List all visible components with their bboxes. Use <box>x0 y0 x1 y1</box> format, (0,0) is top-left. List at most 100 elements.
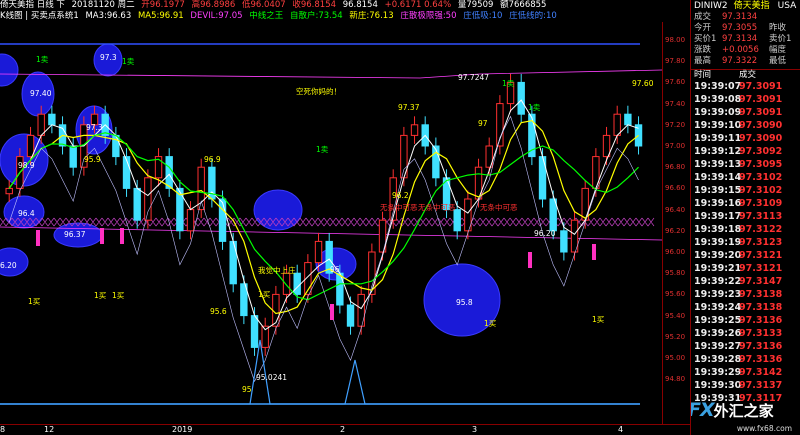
kline-chart[interactable]: 1卖 97.3 1卖 97.40 97.3 98.9 95.9 96.9 96.4 96.37 6.… <box>0 22 662 424</box>
price-tick: 95.40 <box>665 311 686 320</box>
chart-annotation: 1卖 <box>122 57 135 66</box>
h1-3: 高96.8986 <box>191 0 236 10</box>
price-info-bar: 倚天美指 日线 下 20181120 周二 开96.1977 高96.8986 … <box>0 0 690 11</box>
chart-annotation: 无条中可恶 <box>480 202 518 212</box>
candle-body <box>357 293 365 327</box>
tick-time: 19:39:07 <box>694 81 742 92</box>
quote-value: +0.0056 <box>722 45 759 55</box>
tick-price: 97.3136 <box>739 315 783 326</box>
tick-price: 97.3123 <box>739 237 783 248</box>
quote-row: 今开 97.3055 昨收 <box>691 23 800 34</box>
candle-body <box>624 113 632 126</box>
candle-body <box>250 315 259 348</box>
quote-label: 涨跌 <box>694 45 712 55</box>
tick-time: 19:39:15 <box>694 185 742 196</box>
candle-body <box>26 134 35 158</box>
h2-9: 庄低线的:10 <box>509 11 557 21</box>
tick-price: 97.3090 <box>739 120 783 131</box>
tick-row: 19:39:0997.3091 <box>691 106 800 119</box>
tick-row: 19:39:2997.3142 <box>691 366 800 379</box>
tick-time: 19:39:09 <box>694 107 742 118</box>
quote-label: 成交 <box>694 12 712 22</box>
quote-row: 买价1 97.3134 卖价1 <box>691 34 800 45</box>
chart-annotation: 96.2 <box>392 191 409 200</box>
tick-price: 97.3102 <box>739 172 783 183</box>
tick-time: 19:39:11 <box>694 133 742 144</box>
quote-row: 成交 97.3134 <box>691 12 800 23</box>
candle-body <box>37 113 45 136</box>
watermark-fx: FX <box>690 399 715 421</box>
tick-price: 97.3095 <box>739 159 783 170</box>
candle-body <box>69 145 77 168</box>
indicator-bar: K线图 | 买卖点系统1 MA3:96.63 MA5:96.91 DEVIL:9… <box>0 11 690 22</box>
signal-bar <box>36 230 40 246</box>
candle-body <box>282 272 291 295</box>
signal-bar <box>528 252 532 268</box>
tick-time: 19:39:28 <box>694 354 742 365</box>
chart-annotation: 97.3 <box>86 123 103 132</box>
price-axis: 98.00 97.80 97.60 97.40 97.20 97.00 96.80 96.60… <box>662 22 690 424</box>
ticks-header: 时间 成交 <box>691 69 800 80</box>
tick-time: 19:39:14 <box>694 172 742 183</box>
quote-value: 97.3134 <box>722 34 758 44</box>
tick-row: 19:39:3097.3137 <box>691 379 800 392</box>
tick-row: 19:39:2497.3138 <box>691 301 800 314</box>
tick-row: 19:39:2897.3136 <box>691 353 800 366</box>
tick-row: 19:39:1997.3123 <box>691 236 800 249</box>
bubble <box>0 53 19 87</box>
price-tick: 97.20 <box>665 120 686 129</box>
price-tick: 96.40 <box>665 205 686 214</box>
chart-annotation: 1卖 <box>528 103 541 112</box>
signal-spike-line <box>0 339 640 405</box>
price-tick: 95.00 <box>665 354 686 362</box>
tick-row: 19:39:1697.3109 <box>691 197 800 210</box>
chart-annotation: 无条中可恶 <box>418 202 456 212</box>
candle-body <box>602 134 611 158</box>
tick-row: 19:39:1597.3102 <box>691 184 800 197</box>
date-tick: 12 <box>44 425 55 434</box>
tick-price: 97.3092 <box>739 146 783 157</box>
price-tick: 95.80 <box>665 269 686 278</box>
tick-row: 19:39:1097.3090 <box>691 119 800 132</box>
candle-body <box>5 187 13 195</box>
h2-0[interactable]: K线图 | 买卖点系统1 <box>0 11 79 21</box>
tick-price: 97.3102 <box>739 185 783 196</box>
chart-annotation: 97.37 <box>398 103 420 112</box>
h1-1: 20181120 周二 <box>71 0 135 10</box>
ticks-list[interactable]: 19:39:0797.3091 19:39:0897.3091 19:39:0997… <box>691 80 800 405</box>
tick-price: 97.3121 <box>739 250 783 261</box>
chart-annotation: 96.4 <box>18 209 35 218</box>
tick-price: 97.3147 <box>739 276 783 287</box>
h1-6: 96.8154 <box>342 0 378 10</box>
quote-label2: 昨收 <box>769 23 787 33</box>
chart-annotation: 1卖 <box>316 145 329 154</box>
h2-7: 庄散极限强:50 <box>400 11 457 21</box>
candle-body <box>133 187 141 221</box>
signal-bar <box>120 228 124 244</box>
symbol-name: 倚天美指 <box>733 1 770 11</box>
price-tick: 96.80 <box>665 163 686 172</box>
chart-annotation: 无条中可恶 <box>380 202 418 212</box>
chart-annotation: 96.20 <box>534 229 556 238</box>
date-tick: 2 <box>340 425 346 434</box>
chart-annotation: 97 <box>478 119 488 128</box>
candle-body <box>197 166 205 211</box>
chart-annotation: 1买 <box>94 291 107 300</box>
h1-9: 额7666855 <box>500 0 547 10</box>
quote-label: 今开 <box>694 23 712 33</box>
tick-price: 97.3090 <box>739 133 783 144</box>
price-tick: 97.00 <box>665 142 686 150</box>
quote-label2: 卖价1 <box>769 34 792 44</box>
tick-price: 97.3113 <box>739 211 783 222</box>
candle-body <box>314 240 323 264</box>
watermark-logo: FX外汇之家 www.fx68.com <box>690 399 798 433</box>
chart-annotation: 97.3 <box>100 53 117 62</box>
chart-annotation: 1买 <box>484 319 497 328</box>
h1-2: 开96.1977 <box>141 0 185 10</box>
price-tick: 97.40 <box>665 99 686 108</box>
tick-price: 97.3142 <box>739 367 783 378</box>
chart-annotation: 95 <box>242 385 252 394</box>
chart-annotation: 1买 <box>28 297 41 306</box>
quote-label: 最高 <box>694 56 712 66</box>
tick-price: 97.3133 <box>739 328 783 339</box>
